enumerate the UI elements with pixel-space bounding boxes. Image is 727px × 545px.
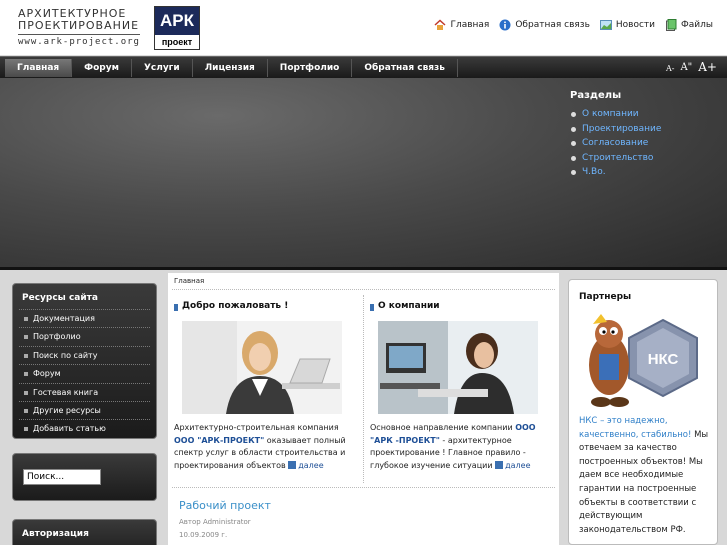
logo-badge[interactable]: АРК проект [154,6,200,50]
resource-link-guestbook[interactable]: Гостевая книга [19,382,150,401]
partner-logo-text: НКС [648,351,679,368]
toplink-home[interactable]: Главная [434,19,489,31]
toplink-feedback-label: Обратная связь [515,20,590,30]
about-photo [378,321,538,414]
welcome-photo [182,321,342,414]
welcome-title: Добро пожаловать ! [174,301,360,311]
partner-logo[interactable]: НКС [579,310,703,410]
logo-line2: ПРОЕКТИРОВАНИЕ [18,19,140,32]
about-text: Основное направление компании ООО "АРК -… [370,423,536,470]
site-header: АРХИТЕКТУРНОЕ ПРОЕКТИРОВАНИЕ www.ark-pro… [0,0,727,56]
section-link-approval[interactable]: Согласование [570,136,720,151]
logo-url: www.ark-project.org [18,37,140,47]
partners-text: НКС – это надежно, качественно, стабильн… [579,416,709,535]
files-icon [665,19,677,31]
main-menu-bar: Главная Форум Услуги Лицензия Портфолио … [0,56,727,78]
welcome-more-link[interactable]: далее [288,461,324,470]
badge-bottom: проект [155,35,199,49]
toplink-news[interactable]: Новости [599,19,656,31]
resource-link-add-article[interactable]: Добавить статью [19,419,150,437]
resource-link-search[interactable]: Поиск по сайту [19,345,150,364]
menu-item-portfolio[interactable]: Портфолио [268,59,353,77]
partners-highlight[interactable]: НКС – это надежно, качественно, стабильн… [579,416,691,440]
toplink-home-label: Главная [450,20,490,30]
font-size-decrease[interactable]: A- [666,64,674,74]
home-icon [434,19,446,31]
article-date: 10.09.2009 г. [179,531,228,539]
font-size-controls: A- A" A+ [666,60,717,74]
news-icon [599,19,612,31]
resource-link-other[interactable]: Другие ресурсы [19,401,150,419]
partners-title: Партнеры [579,292,632,302]
welcome-company[interactable]: ООО "АРК-ПРОЕКТ" [174,436,264,445]
resource-link-portfolio[interactable]: Портфолио [19,327,150,345]
toplink-files[interactable]: Файлы [665,19,713,31]
welcome-column: Добро пожаловать ! Архитектурно-строител… [174,301,360,472]
breadcrumb[interactable]: Главная [174,277,204,285]
search-module [12,453,157,501]
menu-item-home[interactable]: Главная [5,59,73,77]
resource-link-docs[interactable]: Документация [19,309,150,327]
toplink-feedback[interactable]: Обратная связь [499,19,590,31]
menu-item-services[interactable]: Услуги [132,59,193,77]
auth-title: Авторизация [22,529,89,539]
welcome-text: Архитектурно-строительная компания ООО "… [174,423,346,470]
menu-item-forum[interactable]: Форум [72,59,132,77]
search-input[interactable] [23,469,101,485]
about-column: О компании Основное направление компании… [370,301,556,472]
section-link-design[interactable]: Проектирование [570,122,720,137]
article-title[interactable]: Рабочий проект [179,499,271,512]
partners-module: Партнеры НКС НКС – это надежно, качестве… [568,279,718,545]
menu-item-license[interactable]: Лицензия [193,59,268,77]
resource-link-forum[interactable]: Форум [19,364,150,382]
section-link-construction[interactable]: Строительство [570,151,720,166]
toplink-files-label: Файлы [681,20,713,30]
more-icon [288,461,297,470]
resources-title: Ресурсы сайта [22,293,98,303]
info-icon [499,19,511,31]
section-link-faq[interactable]: Ч.Во. [570,165,720,180]
font-size-increase[interactable]: A+ [698,60,717,74]
about-more-link[interactable]: далее [495,461,530,470]
top-nav: Главная Обратная связь Новости Файлы [434,19,713,31]
sections-menu: Разделы О компании Проектирование Соглас… [570,90,720,180]
banner: Разделы О компании Проектирование Соглас… [0,78,727,270]
section-link-about[interactable]: О компании [570,107,720,122]
badge-top: АРК [160,11,194,30]
toplink-news-label: Новости [615,20,656,30]
article-author: Автор Administrator [179,518,251,526]
more-icon [495,461,504,470]
auth-module: Авторизация [12,519,157,545]
site-logo[interactable]: АРХИТЕКТУРНОЕ ПРОЕКТИРОВАНИЕ www.ark-pro… [18,8,148,47]
resources-module: Ресурсы сайта Документация Портфолио Пои… [12,283,157,439]
sections-title: Разделы [570,90,622,101]
main-menu: Главная Форум Услуги Лицензия Портфолио … [5,59,458,77]
font-size-reset[interactable]: A" [680,62,692,74]
about-title: О компании [370,301,556,311]
menu-item-feedback[interactable]: Обратная связь [352,59,458,77]
main-content: Главная Добро пожаловать ! Архитектурно-… [168,273,559,545]
